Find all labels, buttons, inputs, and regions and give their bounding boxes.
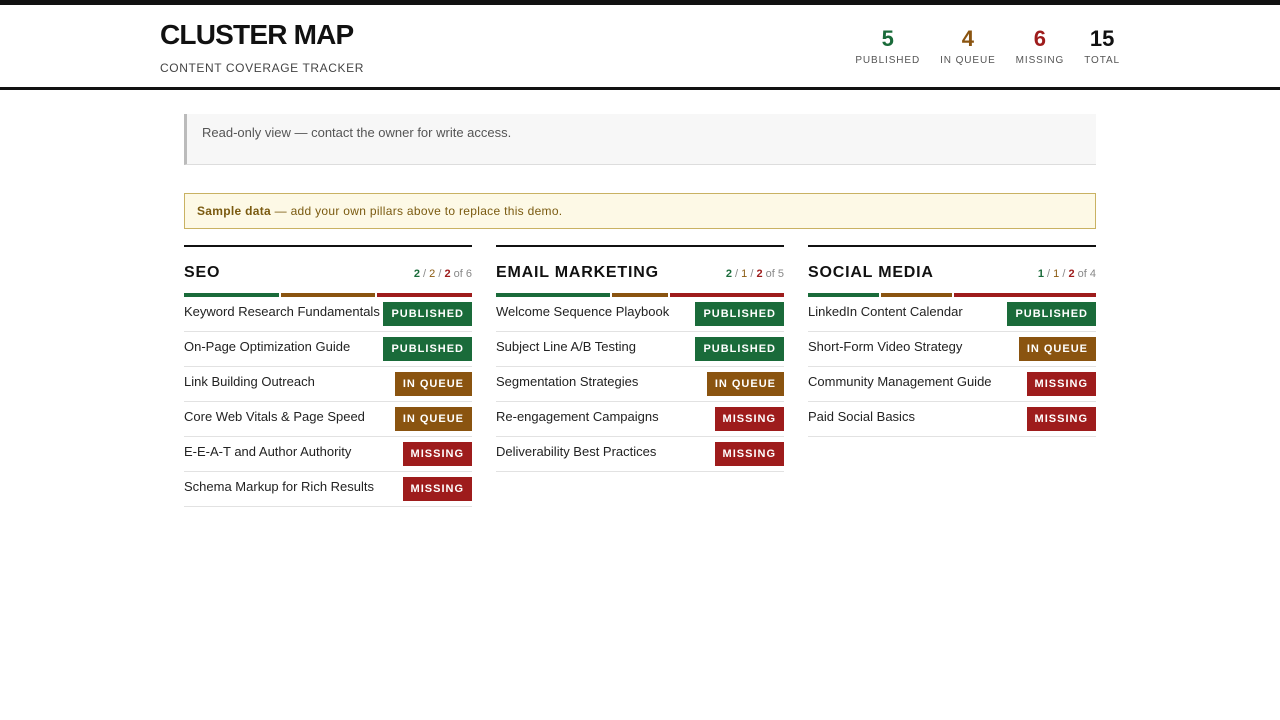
- count-missing: 2: [756, 268, 763, 280]
- pillar-title: SOCIAL MEDIA: [808, 264, 934, 281]
- stat-label: TOTAL: [1084, 55, 1120, 66]
- status-badge: PUBLISHED: [695, 337, 784, 361]
- stat-label: PUBLISHED: [855, 55, 921, 66]
- pillar-title: EMAIL MARKETING: [496, 264, 659, 281]
- status-badge: MISSING: [402, 442, 472, 466]
- pillar-count: 2 / 1 / 2 of 5: [726, 268, 784, 280]
- article-title: Link Building Outreach: [184, 373, 315, 389]
- status-badge: IN QUEUE: [1018, 337, 1096, 361]
- status-badge: PUBLISHED: [1007, 302, 1096, 326]
- progress-published: [496, 293, 610, 297]
- status-badge: PUBLISHED: [695, 302, 784, 326]
- article-row: Subject Line A/B Testing PUBLISHED: [496, 332, 784, 367]
- status-badge: MISSING: [1026, 372, 1096, 396]
- article-title: E-E-A-T and Author Authority: [184, 443, 352, 459]
- progress-published: [808, 293, 879, 297]
- progress-missing: [954, 293, 1096, 297]
- status-badge: MISSING: [714, 442, 784, 466]
- article-title: LinkedIn Content Calendar: [808, 303, 963, 319]
- count-total: of 6: [453, 268, 472, 280]
- article-row: Segmentation Strategies IN QUEUE: [496, 367, 784, 402]
- pillar-title: SEO: [184, 264, 221, 281]
- pillar-progress-bar: [496, 293, 784, 297]
- status-badge: IN QUEUE: [706, 372, 784, 396]
- status-badge: PUBLISHED: [383, 302, 472, 326]
- article-row: Re-engagement Campaigns MISSING: [496, 402, 784, 437]
- count-separator: /: [731, 268, 742, 280]
- status-badge: IN QUEUE: [394, 372, 472, 396]
- article-row: Paid Social Basics MISSING: [808, 402, 1096, 437]
- article-title: Subject Line A/B Testing: [496, 338, 636, 354]
- article-title: Short-Form Video Strategy: [808, 338, 963, 354]
- article-title: Community Management Guide: [808, 373, 992, 389]
- pillar-column: SOCIAL MEDIA 1 / 1 / 2 of 4 LinkedIn Conte…: [808, 245, 1096, 507]
- status-badge: MISSING: [402, 477, 472, 501]
- article-title: On-Page Optimization Guide: [184, 338, 351, 354]
- article-title: Welcome Sequence Playbook: [496, 303, 670, 319]
- count-separator: /: [1043, 268, 1054, 280]
- pillar-columns: SEO 2 / 2 / 2 of 6 Keyword Research Fundam…: [184, 245, 1096, 507]
- stat-total: 15 TOTAL: [1084, 25, 1120, 66]
- article-row: Link Building Outreach IN QUEUE: [184, 367, 472, 402]
- stat-missing: 6 MISSING: [1016, 25, 1065, 66]
- article-title: Schema Markup for Rich Results: [184, 478, 375, 494]
- pillar-column: EMAIL MARKETING 2 / 1 / 2 of 5 Welcome Seq…: [496, 245, 784, 507]
- stat-label: IN QUEUE: [940, 55, 996, 66]
- count-total: of 4: [1077, 268, 1096, 280]
- article-title: Deliverability Best Practices: [496, 443, 657, 459]
- article-row: LinkedIn Content Calendar PUBLISHED: [808, 297, 1096, 332]
- sample-data-label: Sample data: [197, 204, 271, 218]
- page-title: CLUSTER MAP: [160, 19, 354, 50]
- pillar-header: SEO 2 / 2 / 2 of 6: [184, 247, 472, 293]
- count-separator: /: [419, 268, 430, 280]
- progress-queue: [881, 293, 952, 297]
- stat-in-queue: 4 IN QUEUE: [940, 25, 996, 66]
- article-row: Deliverability Best Practices MISSING: [496, 437, 784, 472]
- pillar-header: SOCIAL MEDIA 1 / 1 / 2 of 4: [808, 247, 1096, 293]
- status-badge: PUBLISHED: [383, 337, 472, 361]
- pillar-header: EMAIL MARKETING 2 / 1 / 2 of 5: [496, 247, 784, 293]
- article-title: Core Web Vitals & Page Speed: [184, 408, 365, 424]
- progress-published: [184, 293, 279, 297]
- article-row: Welcome Sequence Playbook PUBLISHED: [496, 297, 784, 332]
- count-total: of 5: [765, 268, 784, 280]
- pillar-progress-bar: [184, 293, 473, 297]
- sample-data-text: — add your own pillars above to replace …: [271, 204, 563, 218]
- pillar-count: 2 / 2 / 2 of 6: [414, 268, 472, 280]
- count-missing: 2: [1068, 268, 1075, 280]
- page-header: CLUSTER MAP CONTENT COVERAGE TRACKER 5 P…: [0, 5, 1280, 90]
- progress-queue: [611, 293, 669, 297]
- progress-missing: [670, 293, 784, 297]
- status-badge: MISSING: [1026, 407, 1096, 431]
- stat-value: 5: [881, 26, 894, 51]
- page-subtitle: CONTENT COVERAGE TRACKER: [160, 61, 364, 75]
- article-title: Paid Social Basics: [808, 408, 915, 424]
- progress-queue: [280, 293, 376, 297]
- sample-data-banner: Sample data — add your own pillars above…: [184, 193, 1096, 229]
- read-only-notice: Read-only view — contact the owner for w…: [184, 114, 1096, 165]
- progress-missing: [377, 293, 473, 297]
- stat-value: 6: [1033, 26, 1047, 51]
- article-row: E-E-A-T and Author Authority MISSING: [184, 437, 472, 472]
- article-row: Keyword Research Fundamentals PUBLISHED: [184, 297, 472, 332]
- article-title: Keyword Research Fundamentals: [184, 303, 380, 319]
- article-row: On-Page Optimization Guide PUBLISHED: [184, 332, 472, 367]
- article-row: Short-Form Video Strategy IN QUEUE: [808, 332, 1096, 367]
- stat-published: 5 PUBLISHED: [855, 25, 920, 66]
- pillar-count: 1 / 1 / 2 of 4: [1038, 268, 1096, 280]
- summary-stats: 5 PUBLISHED 4 IN QUEUE 6 MISSING 15 TOTA…: [855, 25, 1120, 66]
- stat-value: 4: [961, 26, 974, 51]
- article-row: Schema Markup for Rich Results MISSING: [184, 472, 472, 507]
- article-row: Community Management Guide MISSING: [808, 367, 1096, 402]
- status-badge: MISSING: [714, 407, 784, 431]
- stat-label: MISSING: [1015, 55, 1065, 66]
- count-missing: 2: [444, 268, 451, 280]
- article-row: Core Web Vitals & Page Speed IN QUEUE: [184, 402, 472, 437]
- stat-value: 15: [1089, 26, 1115, 51]
- status-badge: IN QUEUE: [394, 407, 472, 431]
- pillar-column: SEO 2 / 2 / 2 of 6 Keyword Research Fundam…: [184, 245, 473, 507]
- article-title: Re-engagement Campaigns: [496, 408, 659, 424]
- article-title: Segmentation Strategies: [496, 373, 639, 389]
